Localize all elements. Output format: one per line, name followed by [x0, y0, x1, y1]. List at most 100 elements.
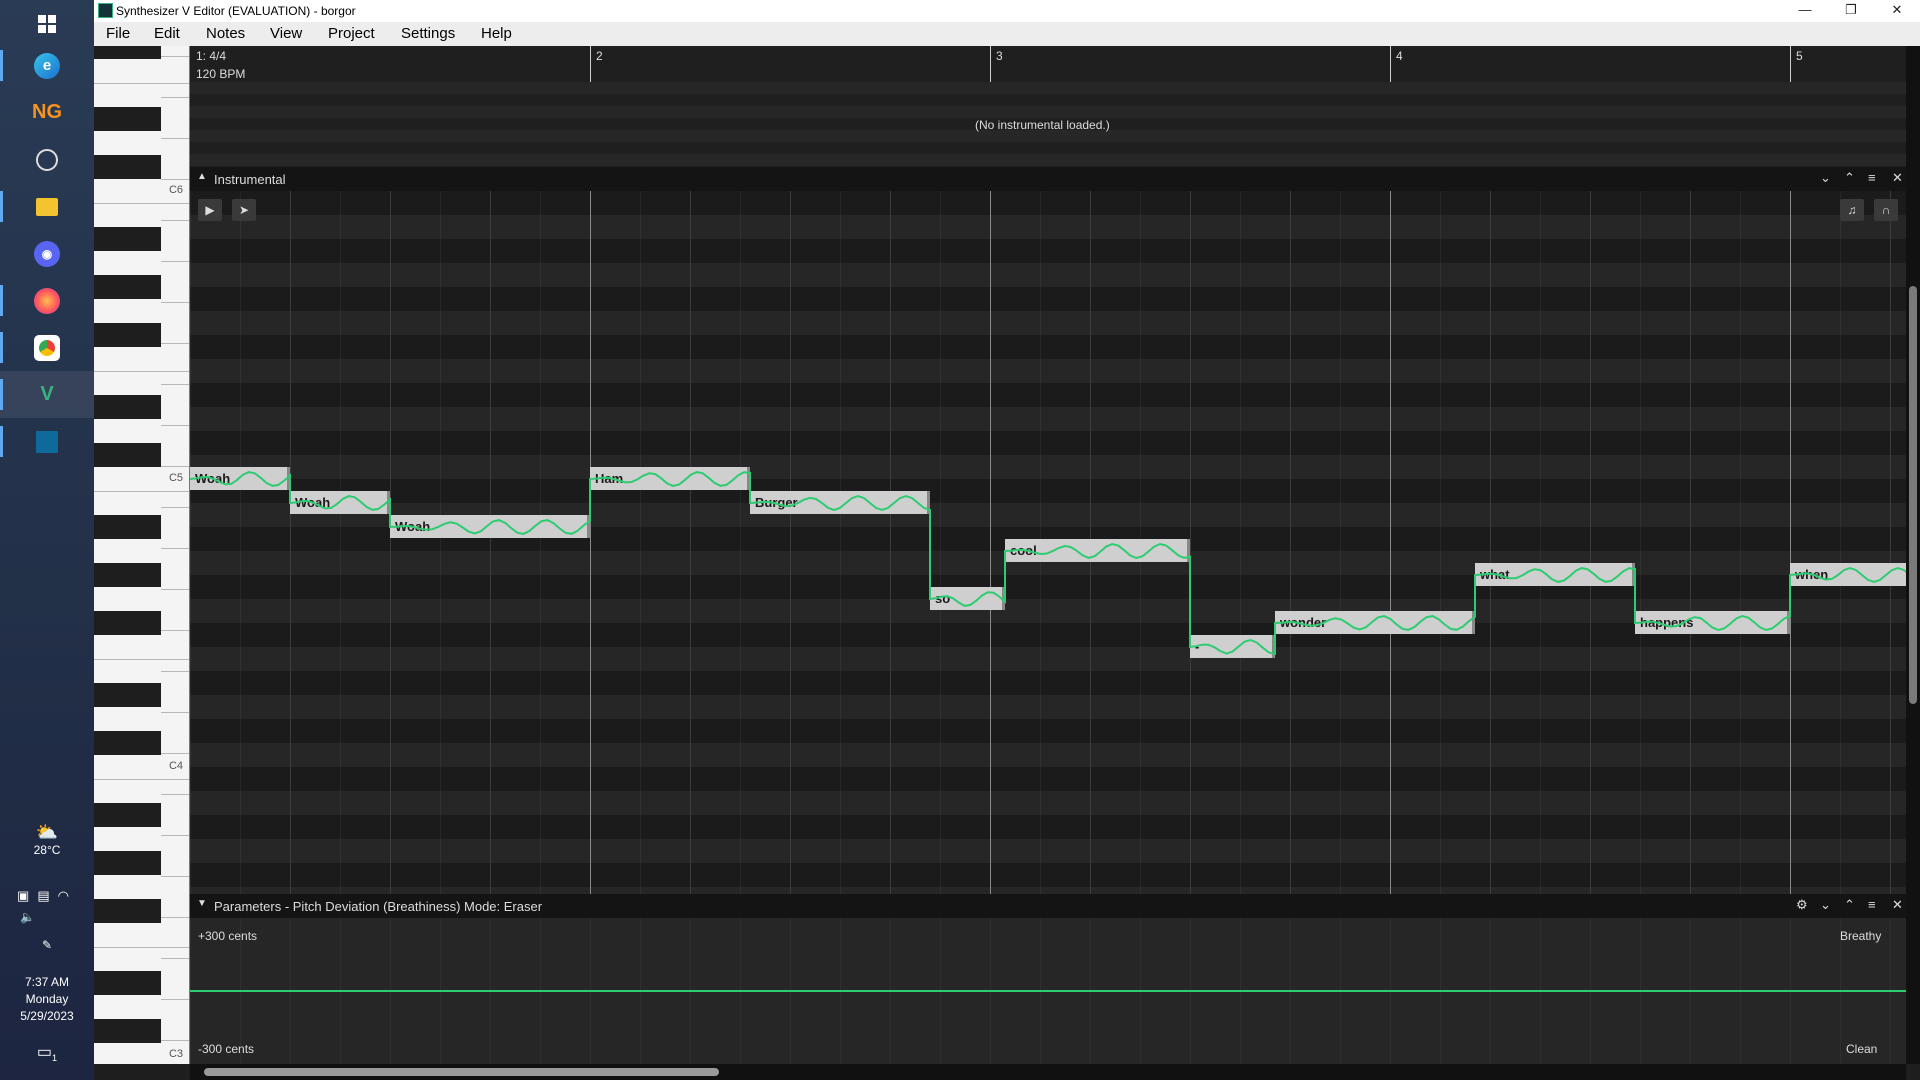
bar-line	[590, 46, 591, 82]
param-bottom-label: Clean	[1846, 1042, 1878, 1056]
piano-black-key[interactable]	[94, 683, 161, 707]
piano-black-key[interactable]	[94, 611, 161, 635]
clock-time: 7:37 AM	[24, 975, 70, 989]
discord-icon: ◉	[34, 240, 60, 267]
timeline-header[interactable]: 1: 4/4 120 BPM 2 3 4 5 (No instrumental …	[190, 46, 1906, 167]
bar-line	[1790, 46, 1791, 82]
taskbar-app[interactable]	[0, 418, 94, 465]
weather-temp: 28°C	[33, 843, 61, 857]
taskbar-obs[interactable]	[0, 136, 94, 183]
bar-number-4: 4	[1396, 49, 1403, 63]
piano-keyboard[interactable]: C6 C5 C4 C3	[94, 46, 190, 1064]
piano-key-divider	[161, 425, 189, 426]
horizontal-scroll-thumb[interactable]	[204, 1068, 719, 1076]
instrumental-panel-bar[interactable]: ▲ Instrumental ⌄ ⌃ ≡ ✕	[190, 167, 1906, 191]
piano-black-key[interactable]	[94, 107, 161, 131]
menu-edit[interactable]: Edit	[154, 25, 180, 42]
taskbar-file-explorer[interactable]	[0, 183, 94, 230]
piano-key-divider	[94, 779, 189, 780]
pitch-curve	[190, 471, 1906, 656]
piano-black-key[interactable]	[94, 275, 161, 299]
parameter-curve[interactable]	[190, 990, 1906, 992]
chevron-down-icon[interactable]: ⌄	[1820, 897, 1831, 913]
volume-icon[interactable]: 🔈	[0, 910, 94, 924]
piano-black-key[interactable]	[94, 515, 161, 539]
instrumental-panel-label: Instrumental	[214, 172, 286, 187]
taskbar-newgrounds[interactable]: NG	[0, 89, 94, 136]
taskbar-firefox[interactable]	[0, 277, 94, 324]
piano-black-key[interactable]	[94, 803, 161, 827]
tray-icons[interactable]: ▣▤◠	[0, 888, 94, 904]
piano-black-key[interactable]	[94, 971, 161, 995]
piano-key-divider	[161, 671, 189, 672]
tempo-marker[interactable]: 120 BPM	[196, 67, 245, 81]
close-icon[interactable]: ✕	[1892, 897, 1903, 913]
gear-icon[interactable]: ⚙	[1796, 897, 1808, 913]
piano-key-divider	[161, 876, 189, 877]
clock-day: Monday	[25, 992, 69, 1006]
piano-key-divider	[161, 56, 189, 57]
minimize-button[interactable]: —	[1782, 0, 1828, 22]
piano-black-key[interactable]	[94, 323, 161, 347]
bar-number-5: 5	[1796, 49, 1803, 63]
piano-key-divider	[161, 261, 189, 262]
clock[interactable]: 7:37 AM Monday 5/29/2023	[0, 974, 94, 1025]
menu-lines-icon[interactable]: ≡	[1868, 170, 1876, 185]
pen-icon[interactable]: ✎	[0, 938, 94, 952]
menu-bar: File Edit Notes View Project Settings He…	[94, 22, 1920, 46]
piano-key-divider	[161, 302, 189, 303]
piano-black-key[interactable]	[94, 227, 161, 251]
param-bottom-value: -300 cents	[198, 1042, 255, 1056]
menu-help[interactable]: Help	[481, 25, 512, 42]
piano-key-divider	[161, 589, 189, 590]
notification-count: 1	[52, 1053, 58, 1064]
parameter-editor[interactable]: +300 cents -300 cents Breathy Clean	[190, 918, 1906, 1064]
piano-black-key[interactable]	[94, 395, 161, 419]
piano-key-divider	[94, 83, 189, 84]
vertical-scroll-thumb[interactable]	[1909, 286, 1917, 704]
bar-line	[1390, 46, 1391, 82]
close-icon[interactable]: ✕	[1892, 170, 1903, 186]
piano-black-key[interactable]	[94, 851, 161, 875]
taskbar-synthv[interactable]: V	[0, 371, 94, 418]
horizontal-scrollbar[interactable]	[190, 1064, 1906, 1080]
vertical-scrollbar[interactable]	[1906, 46, 1920, 1064]
menu-settings[interactable]: Settings	[401, 25, 455, 42]
menu-lines-icon[interactable]: ≡	[1868, 897, 1876, 912]
piano-key-divider	[161, 958, 189, 959]
piano-black-key[interactable]	[94, 899, 161, 923]
app-icon	[36, 430, 58, 453]
piano-black-key[interactable]	[94, 443, 161, 467]
piano-roll-grid[interactable]: ▶ ➤ ♫ ∩ Woah Woah Woah Ham Burger so cool - wond…	[190, 191, 1906, 894]
piano-black-key[interactable]	[94, 1019, 161, 1043]
piano-black-key[interactable]	[94, 563, 161, 587]
menu-project[interactable]: Project	[328, 25, 375, 42]
collapse-triangle-icon[interactable]: ▲	[197, 171, 207, 182]
menu-notes[interactable]: Notes	[206, 25, 245, 42]
taskbar-edge[interactable]: e	[0, 42, 94, 89]
chevron-down-icon[interactable]: ⌄	[1820, 170, 1831, 186]
piano-black-key[interactable]	[94, 46, 161, 59]
taskbar-chrome[interactable]	[0, 324, 94, 371]
weather-widget[interactable]: ⛅ 28°C	[0, 822, 94, 857]
piano-key-divider	[161, 753, 189, 754]
piano-key-divider	[161, 343, 189, 344]
menu-file[interactable]: File	[106, 25, 130, 42]
expand-triangle-icon[interactable]: ▼	[197, 898, 207, 909]
chevron-up-icon[interactable]: ⌃	[1844, 170, 1855, 186]
piano-key-divider	[94, 371, 189, 372]
piano-key-divider	[161, 507, 189, 508]
time-signature[interactable]: 1: 4/4	[196, 49, 226, 63]
piano-black-key[interactable]	[94, 155, 161, 179]
notification-button[interactable]: ▭1	[0, 1042, 94, 1063]
close-window-button[interactable]: ✕	[1874, 0, 1920, 22]
parameters-panel-bar[interactable]: ▼ Parameters - Pitch Deviation (Breathin…	[190, 894, 1906, 918]
start-button[interactable]	[0, 0, 94, 47]
taskbar-discord[interactable]: ◉	[0, 230, 94, 277]
piano-key-divider	[161, 835, 189, 836]
chevron-up-icon[interactable]: ⌃	[1844, 897, 1855, 913]
piano-key-divider	[161, 917, 189, 918]
menu-view[interactable]: View	[270, 25, 302, 42]
maximize-button[interactable]: ❐	[1828, 0, 1874, 22]
piano-black-key[interactable]	[94, 731, 161, 755]
